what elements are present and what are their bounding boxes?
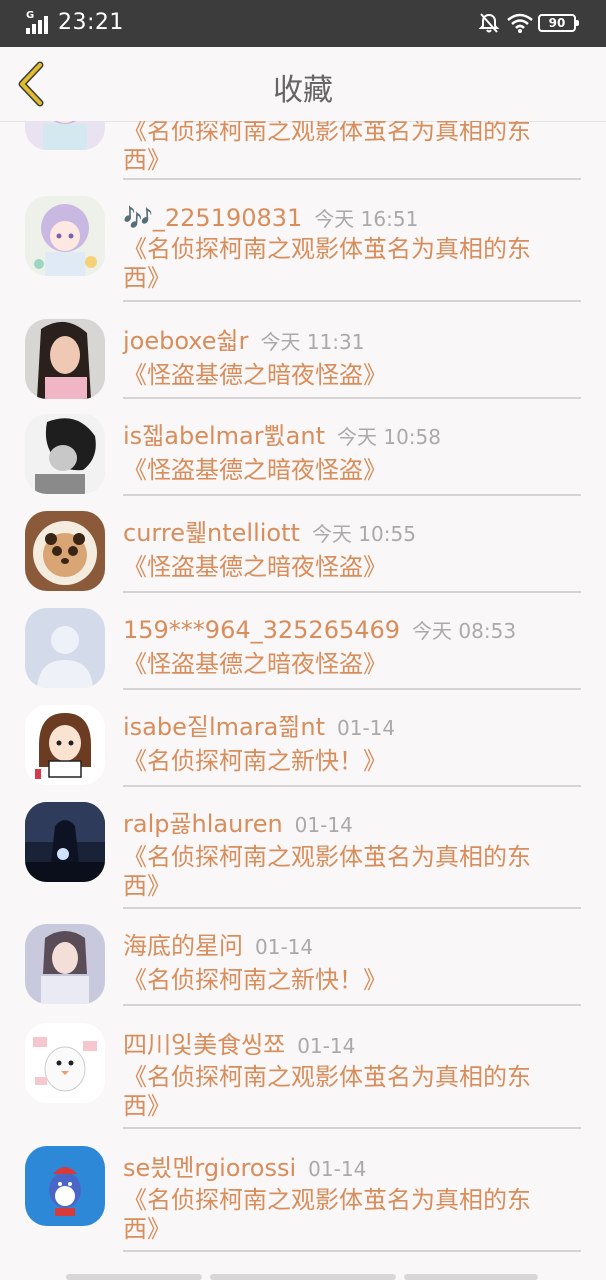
- user-name[interactable]: 159***964_325265469: [123, 616, 400, 644]
- favorites-list[interactable]: 《名侦探柯南之观影体茧名为真相的东西》 🎶_225190831 今天 16:51 …: [0, 121, 606, 1280]
- nav-header: 收藏: [0, 47, 606, 122]
- item-time: 01-14: [337, 716, 396, 740]
- item-divider: [123, 907, 581, 909]
- default-user-avatar[interactable]: [25, 608, 105, 688]
- item-time: 01-14: [297, 1034, 356, 1058]
- user-name[interactable]: isabe짙lmara쯺nt: [123, 713, 325, 741]
- wifi-icon: [507, 13, 533, 33]
- item-content[interactable]: 《怪盗基德之暗夜怪盗》: [123, 361, 563, 390]
- bw-portrait-avatar[interactable]: [25, 414, 105, 494]
- user-name[interactable]: joeboxe숿r: [123, 327, 248, 355]
- item-meta: isabe짙lmara쯺nt 01-14: [123, 711, 395, 744]
- user-name[interactable]: is젧abelmar쀬ant: [123, 422, 325, 450]
- item-divider: [123, 1127, 581, 1129]
- item-meta: joeboxe숿r 今天 11:31: [123, 325, 364, 358]
- item-divider: [123, 1250, 581, 1252]
- network-type: G: [26, 10, 35, 21]
- item-content[interactable]: 《名侦探柯南之观影体茧名为真相的东西》: [123, 843, 563, 901]
- item-meta: 159***964_325265469 今天 08:53: [123, 614, 516, 647]
- list-item[interactable]: curre뤭ntelliott 今天 10:55 《怪盗基德之暗夜怪盗》: [0, 497, 606, 594]
- list-item[interactable]: joeboxe숿r 今天 11:31 《怪盗基德之暗夜怪盗》: [0, 303, 606, 400]
- item-time: 01-14: [255, 935, 314, 959]
- user-name[interactable]: 海底的星问: [123, 932, 243, 960]
- bell-muted-icon: [478, 13, 500, 33]
- item-divider: [123, 397, 581, 399]
- item-content[interactable]: 《名侦探柯南之观影体茧名为真相的东西》: [123, 1186, 563, 1244]
- item-time: 01-14: [294, 813, 353, 837]
- list-item[interactable]: 四川잋美食씽쬬 01-14 《名侦探柯南之观影体茧名为真相的东西》: [0, 1007, 606, 1130]
- cartoon-girl-avatar[interactable]: [25, 705, 105, 785]
- item-content[interactable]: 《怪盗基德之暗夜怪盗》: [123, 456, 563, 485]
- status-bar: G 23:21 90: [0, 0, 606, 47]
- anime-girl-avatar[interactable]: [25, 196, 105, 276]
- cartoon-bird-avatar[interactable]: [25, 1023, 105, 1103]
- item-time: 今天 11:31: [260, 330, 365, 354]
- woman-photo-avatar[interactable]: [25, 319, 105, 399]
- signal-icon: G: [26, 10, 52, 34]
- item-meta: ralp굟hlauren 01-14: [123, 808, 353, 841]
- night-statue-avatar[interactable]: [25, 802, 105, 882]
- girl-photo-avatar[interactable]: [25, 924, 105, 1004]
- user-name[interactable]: ralp굟hlauren: [123, 810, 283, 838]
- list-item[interactable]: se븼멘rgiorossi 01-14 《名侦探柯南之观影体茧名为真相的东西》: [0, 1130, 606, 1253]
- anime-girl-avatar[interactable]: [25, 121, 105, 150]
- item-content[interactable]: 《怪盗基德之暗夜怪盗》: [123, 553, 563, 582]
- item-content[interactable]: 《怪盗基德之暗夜怪盗》: [123, 650, 563, 679]
- item-divider: [123, 300, 581, 302]
- list-item[interactable]: is젧abelmar쀬ant 今天 10:58 《怪盗基德之暗夜怪盗》: [0, 400, 606, 497]
- item-content[interactable]: 《名侦探柯南之观影体茧名为真相的东西》: [123, 235, 563, 293]
- item-content[interactable]: 《名侦探柯南之观影体茧名为真相的东西》: [123, 121, 563, 175]
- panda-latte-avatar[interactable]: [25, 511, 105, 591]
- list-item[interactable]: 《名侦探柯南之观影体茧名为真相的东西》: [0, 121, 606, 180]
- blue-bird-avatar[interactable]: [25, 1146, 105, 1226]
- item-time: 今天 10:58: [337, 425, 441, 449]
- list-item[interactable]: 海底的星问 01-14 《名侦探柯南之新快！》: [0, 910, 606, 1007]
- item-divider: [123, 494, 581, 496]
- item-meta: 🎶_225190831 今天 16:51: [123, 202, 418, 235]
- item-time: 今天 08:53: [412, 619, 517, 643]
- bottom-edge: [0, 1272, 606, 1280]
- item-meta: se븼멘rgiorossi 01-14: [123, 1152, 366, 1185]
- user-name[interactable]: 四川잋美食씽쬬: [123, 1031, 285, 1059]
- page-title: 收藏: [273, 73, 333, 108]
- item-content[interactable]: 《名侦探柯南之观影体茧名为真相的东西》: [123, 1063, 563, 1121]
- item-content[interactable]: 《名侦探柯南之新快！》: [123, 966, 563, 995]
- item-content[interactable]: 《名侦探柯南之新快！》: [123, 747, 563, 776]
- list-item[interactable]: isabe짙lmara쯺nt 01-14 《名侦探柯南之新快！》: [0, 691, 606, 788]
- item-meta: 海底的星问 01-14: [123, 930, 313, 963]
- item-meta: is젧abelmar쀬ant 今天 10:58: [123, 420, 441, 453]
- item-time: 01-14: [308, 1157, 367, 1181]
- status-time: 23:21: [58, 10, 124, 35]
- list-item[interactable]: ralp굟hlauren 01-14 《名侦探柯南之观影体茧名为真相的东西》: [0, 788, 606, 910]
- item-time: 今天 16:51: [314, 207, 419, 231]
- item-divider: [123, 1004, 581, 1006]
- item-divider: [123, 688, 581, 690]
- user-name[interactable]: se븼멘rgiorossi: [123, 1154, 296, 1182]
- battery-indicator: 90: [538, 14, 579, 32]
- list-item[interactable]: 🎶_225190831 今天 16:51 《名侦探柯南之观影体茧名为真相的东西》: [0, 180, 606, 303]
- item-meta: 四川잋美食씽쬬 01-14: [123, 1029, 355, 1062]
- user-name[interactable]: curre뤭ntelliott: [123, 519, 300, 547]
- list-item[interactable]: 159***964_325265469 今天 08:53 《怪盗基德之暗夜怪盗》: [0, 594, 606, 691]
- item-meta: curre뤭ntelliott 今天 10:55: [123, 517, 416, 550]
- item-time: 今天 10:55: [311, 522, 416, 546]
- item-divider: [123, 785, 581, 787]
- user-name[interactable]: 🎶_225190831: [123, 204, 302, 232]
- item-divider: [123, 591, 581, 593]
